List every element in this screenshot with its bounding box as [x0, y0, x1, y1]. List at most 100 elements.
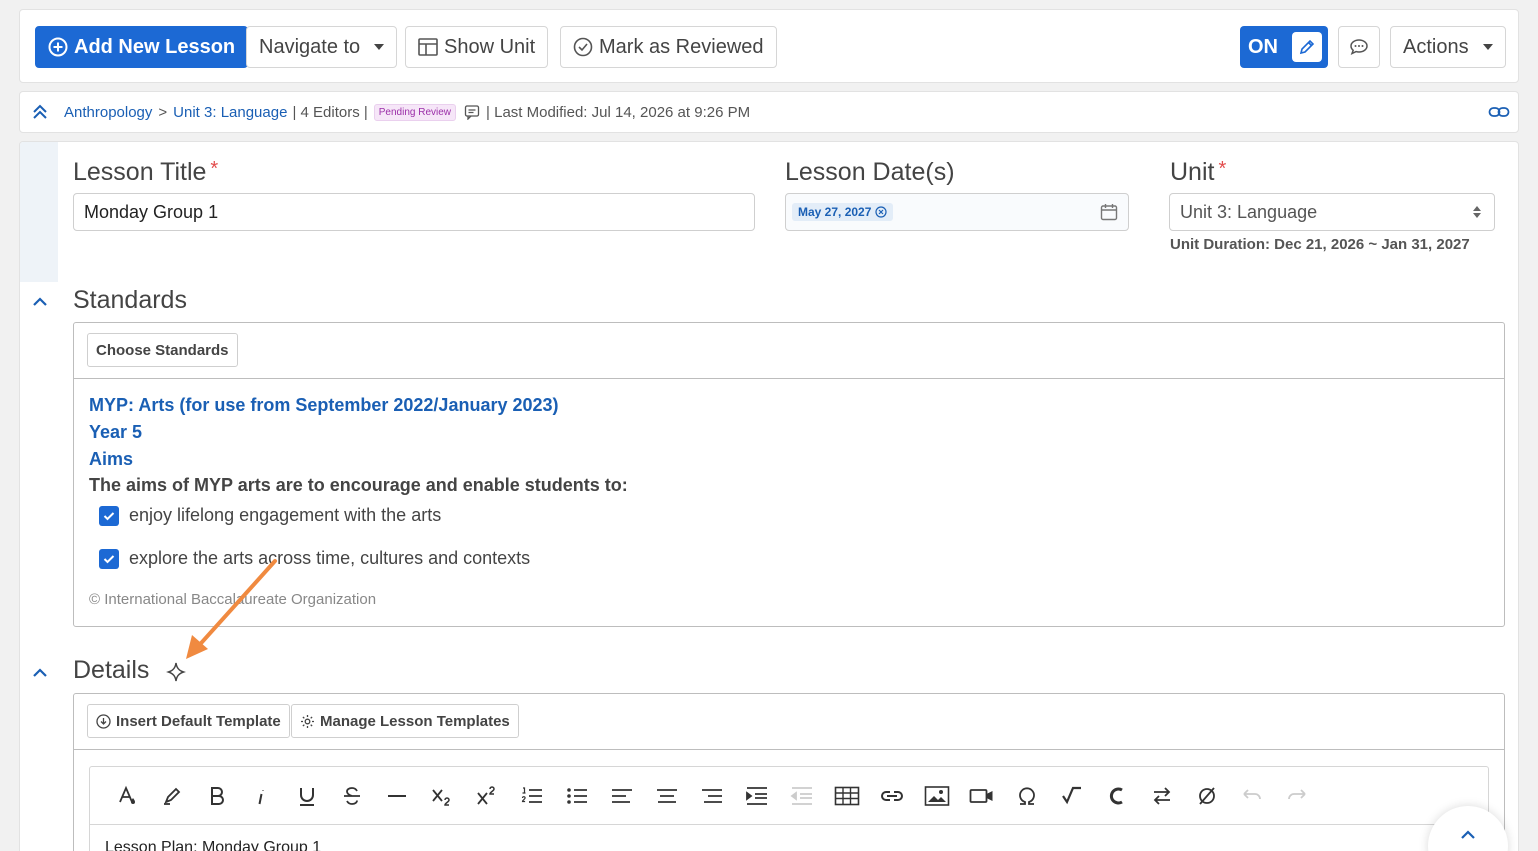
show-unit-button[interactable]: Show Unit — [405, 26, 549, 68]
link-icon[interactable] — [1488, 104, 1510, 120]
superscript-icon[interactable] — [464, 785, 509, 807]
choose-standards-button[interactable]: Choose Standards — [87, 333, 238, 367]
indent-icon[interactable] — [734, 785, 779, 807]
manage-lesson-templates-button[interactable]: Manage Lesson Templates — [291, 704, 519, 738]
toggle-state-label: ON — [1248, 35, 1278, 58]
caret-down-icon — [374, 44, 385, 50]
comments-button[interactable] — [1338, 26, 1380, 68]
breadcrumb-course-link[interactable]: Anthropology — [64, 104, 152, 121]
swap-arrows-icon[interactable] — [1139, 785, 1184, 807]
date-chip-label: May 27, 2027 — [798, 205, 872, 219]
editors-count[interactable]: | 4 Editors | — [292, 104, 367, 121]
edit-mode-toggle[interactable]: ON — [1240, 26, 1328, 68]
bold-icon[interactable] — [194, 785, 239, 807]
mark-as-reviewed-button[interactable]: Mark as Reviewed — [560, 26, 777, 68]
panel-divider — [74, 378, 1504, 379]
breadcrumb-separator: > — [158, 103, 168, 121]
image-icon[interactable] — [914, 785, 959, 807]
details-heading: Details — [73, 656, 150, 684]
check-circle-icon — [573, 37, 593, 57]
undo-icon — [1229, 785, 1274, 807]
checkbox-checked[interactable] — [99, 548, 119, 569]
collapse-details-icon[interactable] — [32, 666, 48, 678]
insert-default-template-button[interactable]: Insert Default Template — [87, 704, 290, 738]
standard-year-link[interactable]: Year 5 — [89, 422, 142, 443]
standard-item[interactable]: enjoy lifelong engagement with the arts — [99, 505, 441, 526]
link-icon[interactable] — [869, 785, 914, 807]
gear-icon — [301, 714, 314, 728]
navigate-to-button[interactable]: Navigate to — [246, 26, 398, 68]
italic-icon[interactable] — [239, 785, 284, 807]
date-chip[interactable]: May 27, 2027 — [792, 203, 894, 221]
table-icon — [418, 38, 438, 56]
table-icon[interactable] — [824, 785, 869, 807]
unit-select[interactable]: Unit 3: Language — [1169, 193, 1495, 231]
align-left-icon[interactable] — [599, 785, 644, 807]
align-center-icon[interactable] — [644, 785, 689, 807]
collapse-standards-icon[interactable] — [32, 295, 48, 307]
top-toolbar: Add New Lesson Navigate to Show Unit Mar… — [19, 9, 1519, 83]
redo-icon — [1274, 785, 1319, 807]
toggle-knob — [1292, 32, 1322, 62]
caret-down-icon — [1482, 44, 1493, 50]
check-icon — [103, 554, 115, 563]
plus-circle-icon — [48, 37, 68, 57]
required-mark: * — [1218, 158, 1227, 180]
standard-category-link[interactable]: Aims — [89, 449, 133, 470]
lesson-editor-panel: Lesson Title * Monday Group 1 Lesson Date… — [19, 141, 1519, 851]
add-new-lesson-button[interactable]: Add New Lesson — [35, 26, 249, 68]
video-icon[interactable] — [959, 785, 1004, 807]
ordered-list-icon[interactable] — [509, 785, 554, 807]
checkbox-checked[interactable] — [99, 505, 119, 526]
highlight-icon[interactable] — [149, 785, 194, 807]
subscript-icon[interactable] — [419, 785, 464, 807]
special-character-icon[interactable] — [1004, 785, 1049, 807]
bullet-list-icon[interactable] — [554, 785, 599, 807]
panel-divider — [74, 749, 1504, 750]
lesson-dates-label: Lesson Date(s) — [785, 158, 955, 186]
standard-framework-link[interactable]: MYP: Arts (for use from September 2022/J… — [89, 395, 559, 416]
actions-button[interactable]: Actions — [1390, 26, 1506, 68]
check-icon — [103, 511, 115, 520]
last-modified-text: | Last Modified: Jul 14, 2026 at 9:26 PM — [486, 103, 751, 121]
show-unit-label: Show Unit — [444, 35, 536, 58]
status-badge: Pending Review — [373, 103, 457, 121]
standard-item[interactable]: explore the arts across time, cultures a… — [99, 548, 530, 569]
align-right-icon[interactable] — [689, 785, 734, 807]
outdent-icon — [779, 785, 824, 807]
manage-lesson-templates-label: Manage Lesson Templates — [320, 712, 510, 730]
rich-text-editor: Lesson Plan: Monday Group 1 — [89, 766, 1489, 851]
horizontal-rule-icon[interactable] — [374, 785, 419, 807]
strikethrough-icon[interactable] — [329, 785, 374, 807]
mark-as-reviewed-label: Mark as Reviewed — [599, 35, 764, 58]
sort-arrows-icon — [1473, 206, 1481, 218]
editor-toolbar — [90, 767, 1488, 825]
close-circle-icon[interactable] — [875, 206, 887, 218]
unit-label-text: Unit — [1170, 158, 1215, 186]
choose-standards-label: Choose Standards — [96, 341, 229, 359]
unit-label: Unit * — [1170, 158, 1226, 187]
text-color-icon[interactable] — [104, 785, 149, 807]
math-formula-icon[interactable] — [1049, 785, 1094, 807]
lesson-title-label: Lesson Title * — [73, 158, 218, 187]
unit-select-value: Unit 3: Language — [1180, 201, 1318, 222]
double-chevron-up-icon[interactable] — [32, 104, 48, 120]
lesson-title-value: Monday Group 1 — [84, 201, 219, 222]
left-gutter — [20, 142, 58, 282]
clear-formatting-icon[interactable] — [1184, 785, 1229, 807]
details-panel: Insert Default Template Manage Lesson Te… — [73, 693, 1505, 851]
underline-icon[interactable] — [284, 785, 329, 807]
lesson-title-input[interactable]: Monday Group 1 — [73, 193, 755, 231]
annotation-arrow — [186, 559, 277, 659]
editor-content[interactable]: Lesson Plan: Monday Group 1 — [105, 839, 321, 851]
standards-heading: Standards — [73, 286, 187, 314]
chemistry-icon[interactable] — [1094, 785, 1139, 807]
standard-statement: The aims of MYP arts are to encourage an… — [89, 475, 628, 495]
lesson-dates-input[interactable]: May 27, 2027 — [785, 193, 1129, 231]
chevron-up-icon — [1461, 830, 1475, 839]
add-new-lesson-label: Add New Lesson — [74, 35, 236, 58]
download-circle-icon — [96, 713, 111, 729]
calendar-icon[interactable] — [1100, 203, 1118, 221]
breadcrumb-unit-link[interactable]: Unit 3: Language — [173, 104, 287, 121]
comment-icon[interactable] — [464, 104, 480, 120]
